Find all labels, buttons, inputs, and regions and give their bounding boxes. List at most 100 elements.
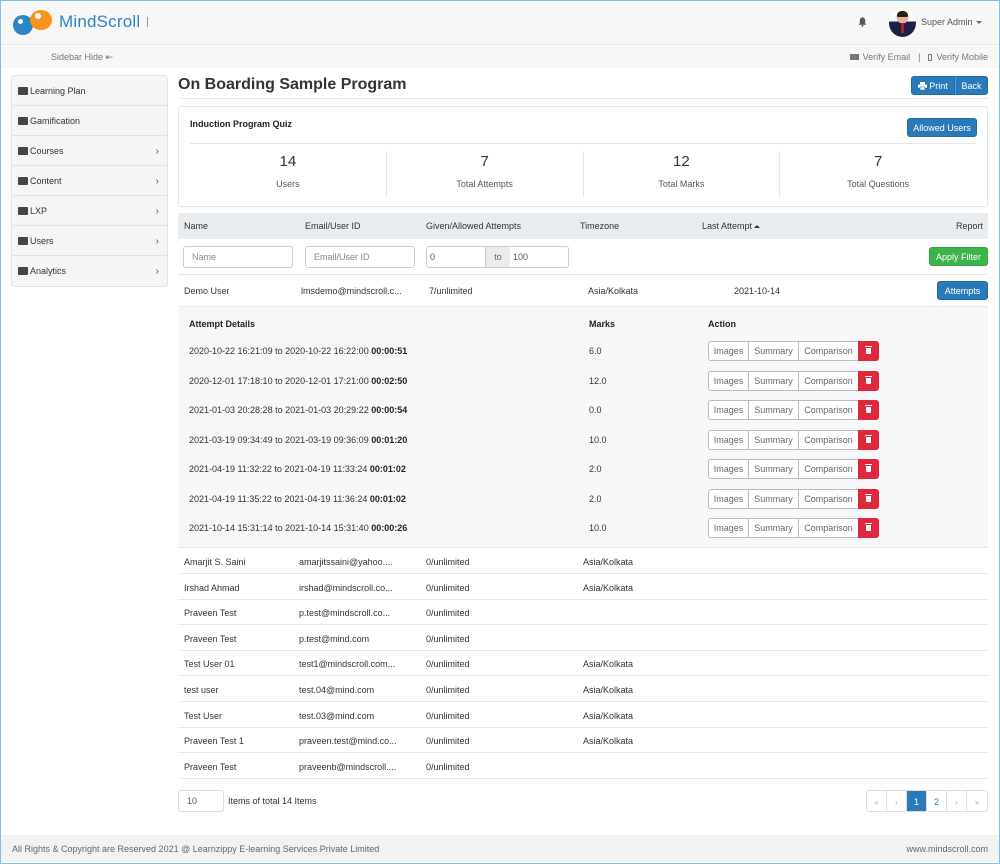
- summary-button[interactable]: Summary: [748, 400, 798, 420]
- images-button[interactable]: Images: [708, 459, 748, 479]
- images-button[interactable]: Images: [708, 370, 748, 391]
- stat-label: Total Attempts: [456, 179, 513, 189]
- table-row[interactable]: Test User 01 test1@mindscroll.com... 0/unl…: [178, 650, 988, 677]
- delete-attempt-button[interactable]: [858, 370, 879, 391]
- attempts-from-input[interactable]: [426, 246, 486, 268]
- sidebar-item-content[interactable]: Content ›: [12, 166, 167, 196]
- attempt-duration: 00:00:26: [371, 523, 408, 533]
- delete-attempt-button[interactable]: [858, 459, 879, 479]
- bell-icon[interactable]: [858, 17, 867, 27]
- users-icon: [18, 236, 28, 245]
- first-page-button[interactable]: «: [867, 791, 887, 811]
- delete-attempt-button[interactable]: [858, 341, 879, 361]
- page-2-button[interactable]: 2: [927, 791, 947, 811]
- user-email: test.03@mind.com: [299, 710, 375, 721]
- table-row[interactable]: Praveen Test p.test@mind.com 0/unlimited: [178, 625, 988, 651]
- verify-email-link[interactable]: Verify Email: [863, 52, 911, 62]
- column-header-name[interactable]: Name: [184, 221, 208, 231]
- attempt-row: 2020-12-01 17:18:10 to 2020-12-01 17:21:…: [178, 370, 988, 393]
- back-button[interactable]: Back: [955, 76, 988, 95]
- page-size-input[interactable]: [178, 790, 224, 812]
- summary-button[interactable]: Summary: [748, 488, 798, 509]
- column-header-timezone[interactable]: Timezone: [580, 221, 619, 231]
- caret-down-icon[interactable]: [976, 21, 982, 24]
- comparison-button[interactable]: Comparison: [798, 459, 858, 479]
- delete-attempt-button[interactable]: [858, 400, 879, 420]
- sidebar-item-analytics[interactable]: Analytics ›: [12, 256, 167, 286]
- sidebar-item-users[interactable]: Users ›: [12, 226, 167, 256]
- delete-attempt-button[interactable]: [858, 488, 879, 509]
- table-row[interactable]: test user test.04@mind.com 0/unlimited Asia…: [178, 676, 988, 702]
- sidebar-item-gamification[interactable]: Gamification: [12, 106, 167, 136]
- page-size-control: Items of total 14 Items: [178, 790, 317, 812]
- user-avatar[interactable]: [889, 9, 916, 37]
- chevron-right-icon: ›: [155, 236, 159, 247]
- comparison-button[interactable]: Comparison: [798, 518, 858, 538]
- images-button[interactable]: Images: [708, 341, 748, 361]
- attempt-end: 2021-01-03 20:29:22: [285, 405, 369, 415]
- user-attempts: 0/unlimited: [426, 710, 470, 721]
- table-row[interactable]: Amarjit S. Saini amarjitssaini@yahoo.... 0…: [178, 548, 988, 574]
- column-header-last-attempt[interactable]: Last Attempt: [702, 221, 761, 231]
- summary-button[interactable]: Summary: [748, 429, 798, 450]
- email-filter-input[interactable]: [305, 246, 415, 268]
- table-row-expanded[interactable]: Demo User lmsdemo@mindscroll.c... 7/unli…: [178, 276, 988, 306]
- user-email: amarjitssaini@yahoo....: [299, 557, 393, 567]
- column-header-attempts[interactable]: Given/Allowed Attempts: [426, 221, 521, 231]
- last-page-button[interactable]: »: [967, 791, 987, 811]
- action-header: Action: [708, 319, 736, 329]
- attempts-button[interactable]: Attempts: [937, 281, 988, 300]
- table-row[interactable]: Praveen Test praveenb@mindscroll.... 0/unl…: [178, 753, 988, 779]
- attempt-duration: 00:01:02: [369, 464, 406, 474]
- attempt-time-range: 2020-10-22 16:21:09 to 2020-10-22 16:22:…: [189, 346, 407, 356]
- sidebar-item-lxp[interactable]: LXP ›: [12, 196, 167, 226]
- comparison-button[interactable]: Comparison: [798, 370, 858, 391]
- images-button[interactable]: Images: [708, 429, 748, 450]
- images-button[interactable]: Images: [708, 488, 748, 509]
- page-1-button[interactable]: 1: [907, 791, 927, 811]
- attempt-details-panel: Attempt Details Marks Action 2020-10-22 …: [178, 306, 988, 548]
- user-name: Test User 01: [184, 659, 235, 670]
- images-button[interactable]: Images: [708, 400, 748, 420]
- table-row[interactable]: Test User test.03@mind.com 0/unlimited Asia…: [178, 702, 988, 728]
- user-menu-name[interactable]: Super Admin: [921, 17, 973, 27]
- column-header-email[interactable]: Email/User ID: [305, 221, 361, 231]
- table-row[interactable]: Praveen Test 1 praveen.test@mind.co... 0/u…: [178, 727, 988, 754]
- summary-button[interactable]: Summary: [748, 341, 798, 361]
- summary-button[interactable]: Summary: [748, 370, 798, 391]
- verify-mobile-link[interactable]: Verify Mobile: [936, 52, 988, 62]
- comparison-button[interactable]: Comparison: [798, 488, 858, 509]
- images-button[interactable]: Images: [708, 518, 748, 538]
- quiz-summary-card: Induction Program Quiz Allowed Users 14 U…: [178, 106, 988, 207]
- footer: All Rights & Copyright are Reserved 2021…: [1, 835, 999, 862]
- table-row[interactable]: Praveen Test p.test@mindscroll.co... 0/unl…: [178, 599, 988, 626]
- website-link[interactable]: www.mindscroll.com: [906, 844, 988, 854]
- user-attempts: 7/unlimited: [429, 286, 473, 296]
- print-button[interactable]: Print: [911, 76, 955, 95]
- attempts-to-input[interactable]: [510, 246, 569, 268]
- apply-filter-button[interactable]: Apply Filter: [929, 247, 988, 266]
- comparison-button[interactable]: Comparison: [798, 429, 858, 450]
- delete-attempt-button[interactable]: [858, 518, 879, 538]
- brand-logo[interactable]: MindScroll: [13, 8, 140, 36]
- sidebar-item-courses[interactable]: Courses ›: [12, 136, 167, 166]
- sidebar-item-learning-plan[interactable]: Learning Plan: [12, 76, 167, 106]
- sidebar-hide-toggle[interactable]: Sidebar Hide ⇤: [51, 52, 113, 63]
- summary-button[interactable]: Summary: [748, 518, 798, 538]
- attempt-end: 2021-10-14 15:31:40: [285, 523, 369, 533]
- allowed-users-button[interactable]: Allowed Users: [907, 118, 977, 137]
- table-row[interactable]: Irshad Ahmad irshad@mindscroll.co... 0/unl…: [178, 574, 988, 600]
- delete-attempt-button[interactable]: [858, 429, 879, 450]
- attempt-start: 2021-01-03 20:28:28: [189, 405, 273, 415]
- column-header-report: Report: [955, 221, 983, 231]
- next-page-button[interactable]: ›: [947, 791, 967, 811]
- title-divider: [178, 98, 988, 99]
- name-filter-input[interactable]: [183, 246, 293, 268]
- user-name: Praveen Test: [184, 608, 237, 619]
- prev-page-button[interactable]: ‹: [887, 791, 907, 811]
- comparison-button[interactable]: Comparison: [798, 341, 858, 361]
- comparison-button[interactable]: Comparison: [798, 400, 858, 420]
- sidebar-item-label: Content: [30, 175, 62, 186]
- summary-button[interactable]: Summary: [748, 459, 798, 479]
- attempt-to: to: [274, 493, 282, 504]
